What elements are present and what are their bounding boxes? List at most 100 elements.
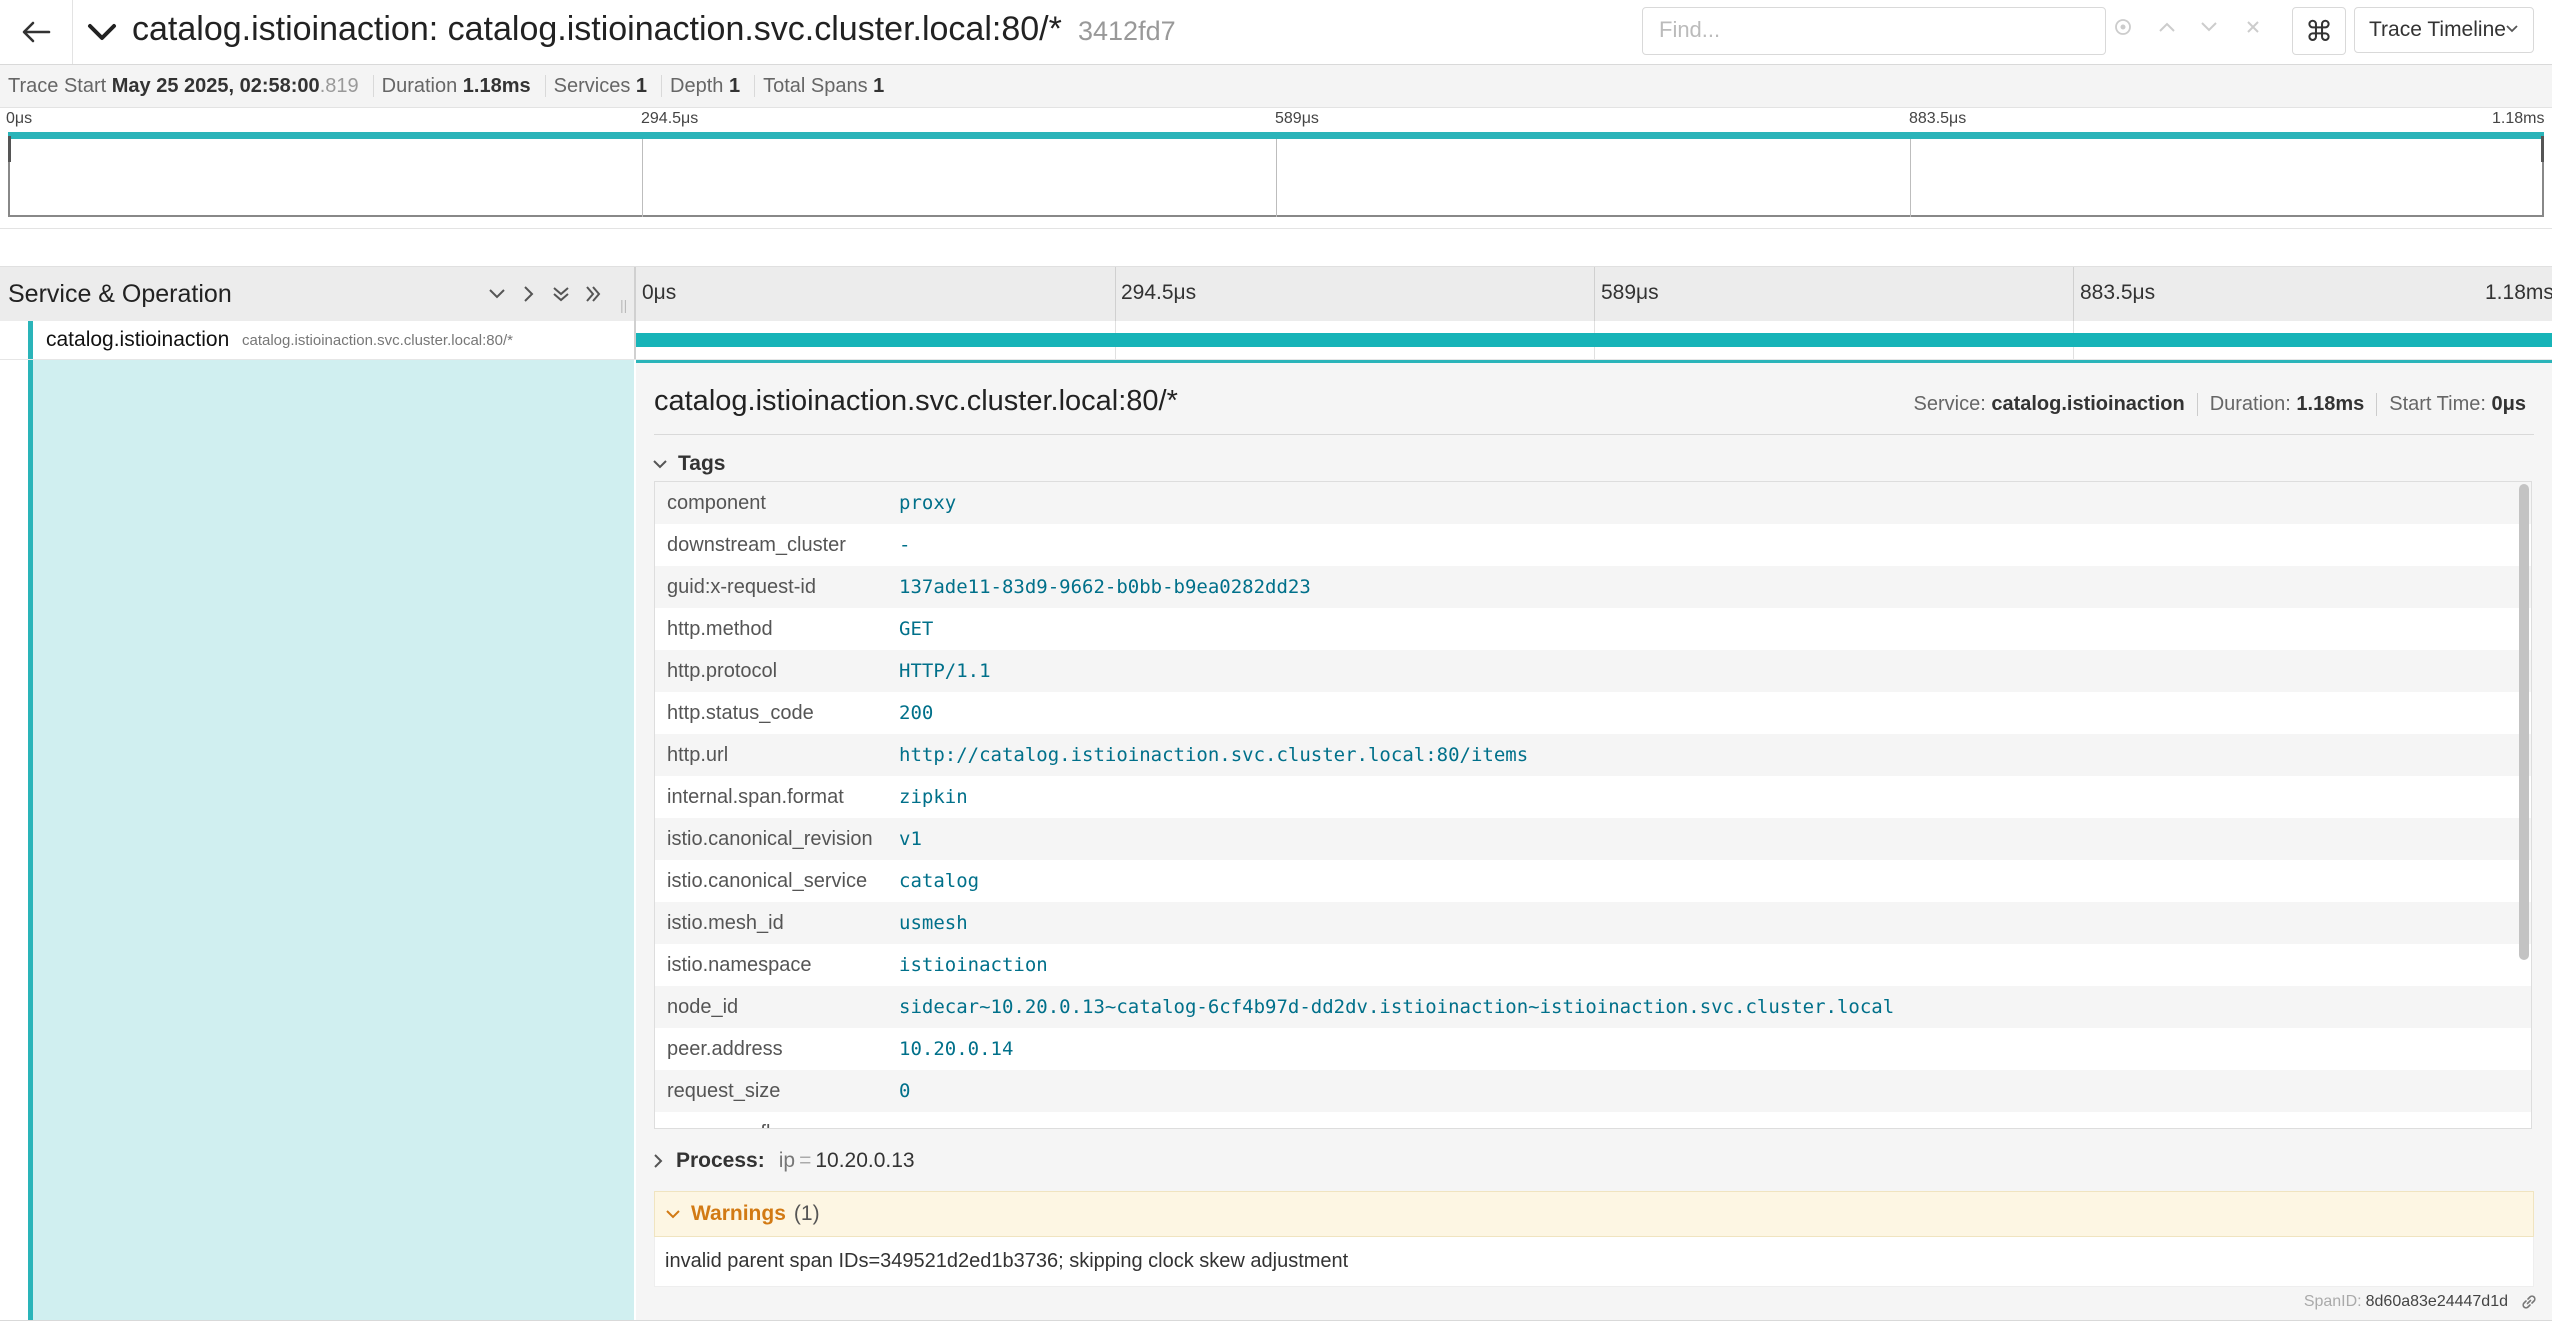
- link-icon[interactable]: [2520, 1293, 2538, 1311]
- tag-value: proxy: [899, 492, 957, 514]
- find-input[interactable]: [1643, 8, 2103, 52]
- tag-key: istio.canonical_revision: [667, 827, 873, 850]
- span-detail-gutter: [28, 360, 634, 1320]
- tag-row: component proxy: [655, 482, 2531, 524]
- tag-key: istio.mesh_id: [667, 911, 784, 934]
- chevron-right-icon: [654, 1154, 663, 1168]
- trace-duration: Duration 1.18ms: [374, 75, 546, 97]
- duration-label: Duration:: [2209, 393, 2291, 415]
- minimap-tick: 883.5μs: [1909, 110, 1967, 127]
- minimap-gridline: [642, 139, 643, 217]
- tag-value: HTTP/1.1: [899, 660, 991, 682]
- process-eq: =: [799, 1149, 812, 1172]
- minimap-tick: 1.18ms: [2492, 110, 2545, 127]
- divider: [654, 434, 2534, 435]
- chevron-up-icon: [2159, 22, 2175, 32]
- chevron-down-icon: [2506, 25, 2518, 33]
- timeline-tick: 294.5μs: [1121, 281, 1197, 304]
- span-duration-bar[interactable]: [636, 333, 2552, 347]
- start-time-value: 0μs: [2491, 393, 2526, 415]
- span-service-name[interactable]: catalog.istioinaction: [46, 328, 229, 352]
- tag-value: -: [899, 534, 911, 556]
- start-time-label: Start Time:: [2389, 393, 2486, 415]
- tag-row: http.url http://catalog.istioinaction.svc…: [655, 734, 2531, 776]
- collapse-all-button[interactable]: [548, 281, 574, 307]
- column-resize-handle[interactable]: ||: [620, 297, 627, 313]
- back-button[interactable]: [0, 0, 73, 64]
- tag-key: request_size: [667, 1079, 781, 1102]
- duration-value: 1.18ms: [2296, 393, 2365, 415]
- minimap-gridline: [1910, 139, 1911, 217]
- services-value: 1: [635, 75, 648, 97]
- span-id-label: SpanID:: [2303, 1293, 2362, 1310]
- collapse-trace-toggle[interactable]: [86, 18, 118, 46]
- timeline-tick: 0μs: [642, 281, 677, 304]
- tag-value: zipkin: [899, 786, 968, 808]
- collapse-one-button[interactable]: [484, 281, 510, 307]
- divider: [0, 1320, 2552, 1321]
- collapse-one-icon: [489, 289, 505, 299]
- duration-label: Duration: [381, 75, 458, 97]
- trace-overview: Trace Start May 25 2025, 02:58:00.819 Du…: [0, 65, 2552, 108]
- tag-value: GET: [899, 618, 934, 640]
- tag-row: internal.span.format zipkin: [655, 776, 2531, 818]
- column-divider[interactable]: [634, 267, 636, 321]
- process-label: Process:: [676, 1149, 765, 1172]
- find-box: [1642, 7, 2106, 55]
- tag-value: v1: [899, 828, 922, 850]
- prev-match-button[interactable]: [2154, 14, 2180, 40]
- timeline-tick: 589μs: [1601, 281, 1659, 304]
- tag-key: http.status_code: [667, 701, 814, 724]
- tag-key: component: [667, 491, 766, 514]
- expand-one-icon: [524, 286, 534, 302]
- depth-label: Depth: [670, 75, 724, 97]
- warnings-section-toggle[interactable]: Warnings (1): [654, 1191, 2534, 1237]
- tag-value: istioinaction: [899, 954, 1048, 976]
- warnings-count: (1): [793, 1202, 820, 1225]
- tag-value: usmesh: [899, 912, 968, 934]
- trace-start: Trace Start May 25 2025, 02:58:00.819: [0, 75, 374, 97]
- duration-value: 1.18ms: [462, 75, 531, 97]
- command-icon: ⌘: [2305, 15, 2333, 47]
- tag-key: peer.address: [667, 1037, 783, 1060]
- expand-all-icon: [586, 286, 601, 302]
- service-value: catalog.istioinaction: [1991, 393, 2185, 415]
- tag-key: internal.span.format: [667, 785, 844, 808]
- process-key: ip: [778, 1149, 796, 1172]
- expand-all-button[interactable]: [580, 281, 606, 307]
- tag-value: 200: [899, 702, 934, 724]
- next-match-button[interactable]: [2196, 14, 2222, 40]
- tag-row: istio.canonical_service catalog: [655, 860, 2531, 902]
- minimap-right-handle[interactable]: [2541, 136, 2544, 162]
- timeline-gridline: [2073, 267, 2074, 321]
- tag-row: istio.mesh_id usmesh: [655, 902, 2531, 944]
- tag-key: downstream_cluster: [667, 533, 846, 556]
- trace-header: catalog.istioinaction: catalog.istioinac…: [0, 0, 2552, 65]
- view-selector[interactable]: Trace Timeline: [2354, 7, 2534, 53]
- back-arrow-icon: [22, 21, 51, 43]
- tags-table[interactable]: component proxy downstream_cluster - guid:…: [654, 481, 2532, 1129]
- tag-key: guid:x-request-id: [667, 575, 816, 598]
- expand-one-button[interactable]: [516, 281, 542, 307]
- span-start-meta: Start Time: 0μs: [2376, 393, 2538, 416]
- trace-depth: Depth 1: [662, 75, 756, 97]
- keyboard-shortcuts-button[interactable]: ⌘: [2292, 7, 2346, 55]
- clear-find-button[interactable]: [2240, 14, 2266, 40]
- tags-scrollbar[interactable]: [2519, 484, 2529, 960]
- tag-key: http.protocol: [667, 659, 778, 682]
- tag-key: http.method: [667, 617, 773, 640]
- minimap-gridline: [1276, 139, 1277, 217]
- total-spans-label: Total Spans: [763, 75, 868, 97]
- tags-section-toggle[interactable]: Tags: [652, 449, 725, 479]
- collapse-all-icon: [553, 287, 569, 302]
- locate-button[interactable]: [2110, 14, 2136, 40]
- chevron-down-icon: [2201, 22, 2217, 32]
- minimap-left-handle[interactable]: [8, 136, 11, 162]
- tag-value: 137ade11-83d9-9662-b0bb-b9ea0282dd23: [899, 576, 1311, 598]
- tag-row: downstream_cluster -: [655, 524, 2531, 566]
- process-section-toggle[interactable]: Process: ip = 10.20.0.13: [652, 1144, 915, 1178]
- span-row[interactable]: catalog.istioinaction catalog.istioinact…: [0, 321, 2552, 360]
- span-operation-name[interactable]: catalog.istioinaction.svc.cluster.local:…: [242, 332, 513, 349]
- chevron-down-icon: [653, 460, 667, 469]
- span-detail-title: catalog.istioinaction.svc.cluster.local:…: [654, 385, 1178, 417]
